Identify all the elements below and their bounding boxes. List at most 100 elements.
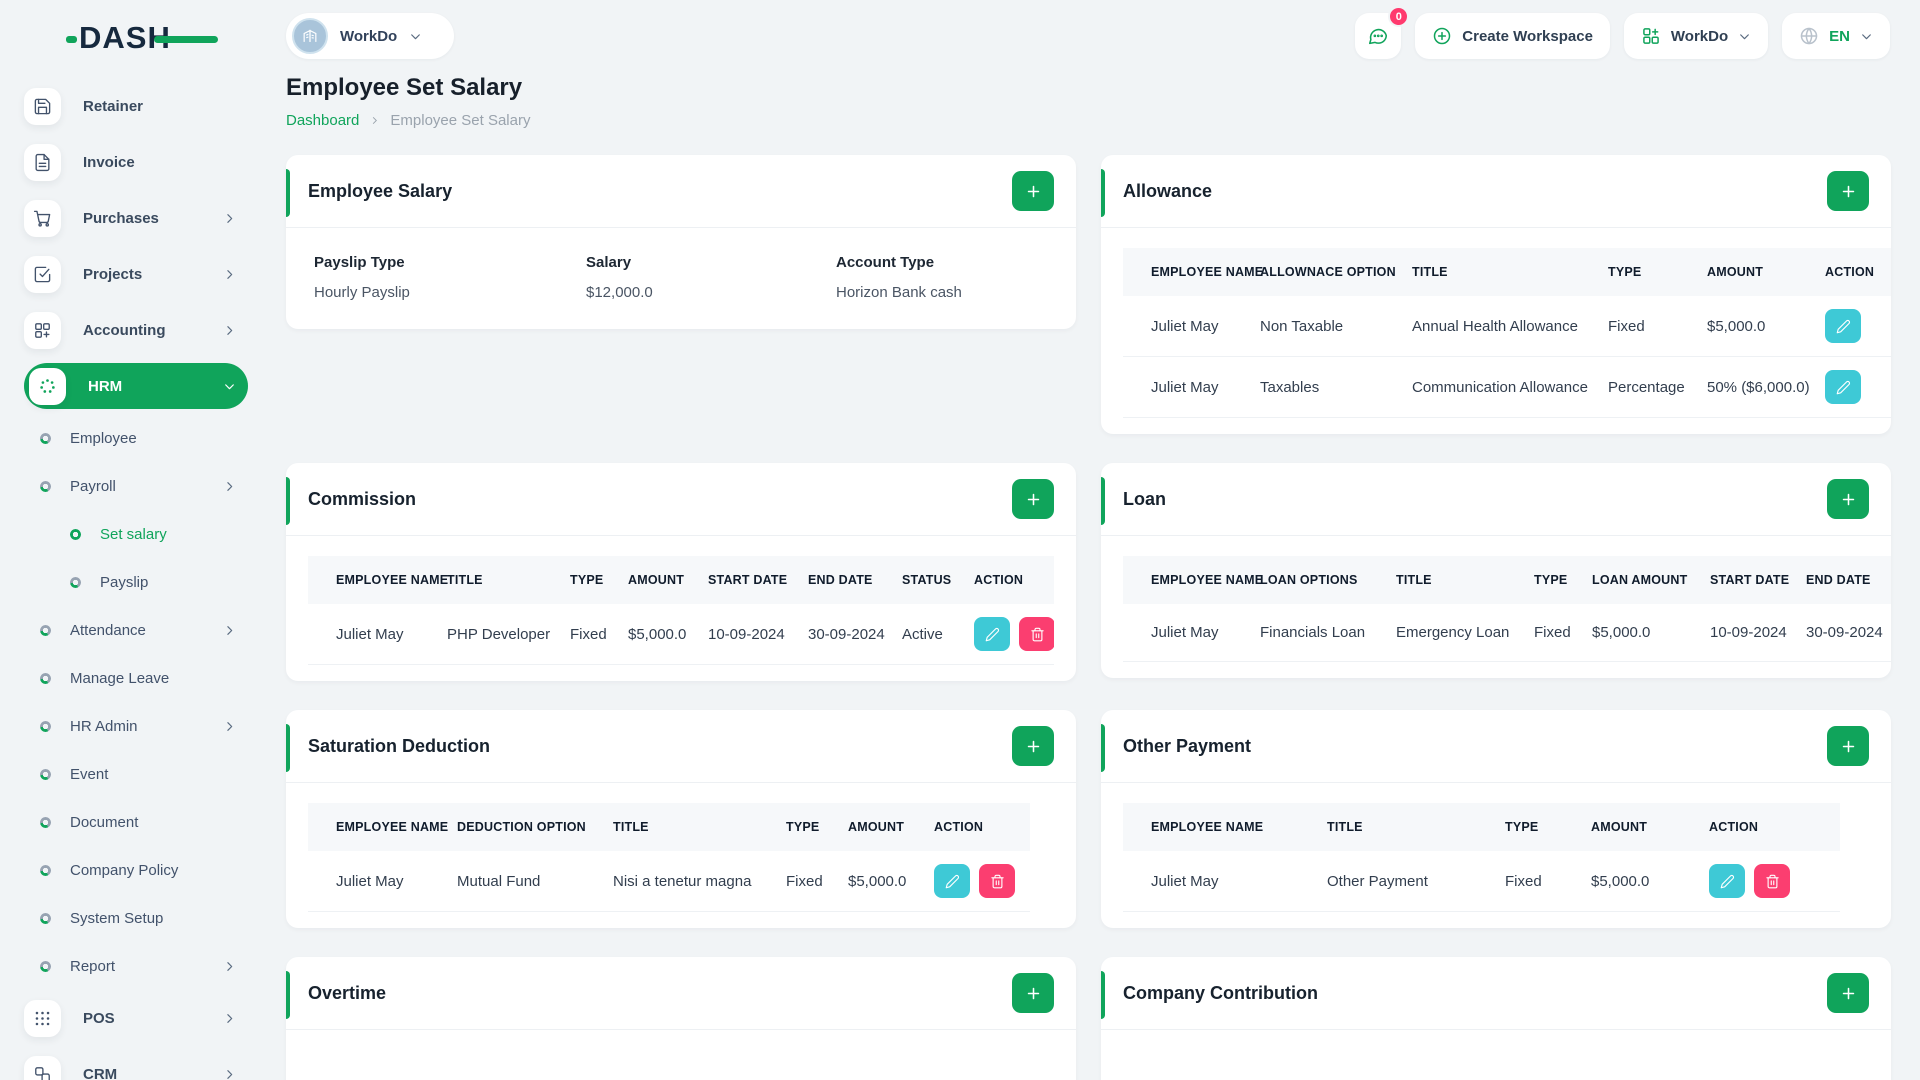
trash-icon (990, 874, 1004, 888)
column-header: TYPE (772, 803, 834, 851)
cell: Percentage (1594, 356, 1693, 418)
edit-button[interactable] (1825, 370, 1861, 404)
sidebar-item-employee[interactable]: Employee (24, 414, 248, 462)
cell: $5,000.0 (614, 604, 694, 665)
card-title: Company Contribution (1123, 982, 1318, 1003)
add-overtime-button[interactable] (1012, 973, 1054, 1013)
action-cell (1811, 296, 1891, 357)
sidebar-item-manage-leave[interactable]: Manage Leave (24, 654, 248, 702)
sidebar-item-event[interactable]: Event (24, 750, 248, 798)
sidebar-item-invoice[interactable]: Invoice (24, 134, 248, 190)
column-header: ACTION (1811, 248, 1891, 296)
chevron-right-icon (227, 269, 233, 279)
sidebar-item-hrm[interactable]: HRM (24, 363, 248, 409)
sidebar-item-system-setup[interactable]: System Setup (24, 894, 248, 942)
cell: Emergency Loan (1382, 604, 1520, 662)
card-title: Allowance (1123, 180, 1213, 201)
column-header: AMOUNT (1693, 248, 1811, 296)
chevron-right-icon (227, 1013, 233, 1023)
column-header: TYPE (556, 556, 614, 604)
cell: Other Payment (1313, 851, 1491, 912)
card-employee-salary: Employee Salary Payslip Type Hourly Pays… (286, 155, 1076, 329)
cell: Nisi a tenetur magna (599, 851, 772, 912)
delete-button[interactable] (979, 864, 1015, 898)
sidebar-item-report[interactable]: Report (24, 942, 248, 990)
sidebar-item-accounting[interactable]: Accounting (24, 302, 248, 358)
sidebar-item-attendance[interactable]: Attendance (24, 606, 248, 654)
cards-grid: Employee Salary Payslip Type Hourly Pays… (258, 129, 1920, 1080)
allowance-table: EMPLOYEE NAME ALLOWNACE OPTION TITLE TYPE AM… (1123, 248, 1891, 418)
sidebar-item-purchases[interactable]: Purchases (24, 190, 248, 246)
language-selector[interactable]: EN (1782, 13, 1890, 59)
chevron-right-icon (227, 721, 233, 731)
brand-logo[interactable]: DASH (66, 20, 218, 58)
column-header: END DATE (794, 556, 888, 604)
cell: Juliet May (1123, 604, 1246, 662)
delete-button[interactable] (1754, 864, 1790, 898)
pencil-icon (1836, 319, 1850, 333)
action-cell (920, 851, 1030, 912)
salary-fields: Payslip Type Hourly Payslip Salary $12,0… (308, 248, 1054, 313)
bullet-icon (40, 672, 51, 684)
chevron-right-icon (227, 625, 233, 635)
breadcrumb-current: Employee Set Salary (390, 112, 531, 129)
sidebar-item-company-policy[interactable]: Company Policy (24, 846, 248, 894)
plus-icon (1842, 740, 1854, 752)
invoice-icon (24, 143, 61, 181)
add-loan-button[interactable] (1827, 479, 1869, 519)
sidebar-item-hr-admin[interactable]: HR Admin (24, 702, 248, 750)
edit-button[interactable] (1825, 309, 1861, 343)
globe-icon (1800, 27, 1818, 45)
sidebar-item-payroll[interactable]: Payroll (24, 462, 248, 510)
action-cell (960, 604, 1054, 665)
column-header: TYPE (1491, 803, 1577, 851)
cell: Communication Allowance (1398, 356, 1594, 418)
cell: Fixed (556, 604, 614, 665)
add-saturation-deduction-button[interactable] (1012, 726, 1054, 766)
delete-button[interactable] (1019, 617, 1054, 651)
table-header-row: EMPLOYEE NAME LOAN OPTIONS TITLE TYPE LOAN A… (1123, 556, 1891, 604)
add-commission-button[interactable] (1012, 479, 1054, 519)
pencil-icon (1836, 380, 1850, 394)
sidebar-item-payslip[interactable]: Payslip (24, 558, 248, 606)
sidebar: DASH Retainer Invoice Purchases Projects… (0, 0, 258, 1080)
sidebar-item-projects[interactable]: Projects (24, 246, 248, 302)
table-row: Juliet May Other Payment Fixed $5,000.0 (1123, 851, 1840, 912)
plus-icon (1842, 987, 1854, 999)
edit-button[interactable] (1709, 864, 1745, 898)
card-title: Other Payment (1123, 735, 1252, 756)
sidebar-item-retainer[interactable]: Retainer (24, 78, 248, 134)
add-company-contribution-button[interactable] (1827, 973, 1869, 1013)
add-allowance-button[interactable] (1827, 171, 1869, 211)
cell: $5,000.0 (1693, 296, 1811, 357)
messages-button[interactable]: 0 (1355, 6, 1410, 59)
column-header: ACTION (1695, 803, 1840, 851)
workdo-apps-button[interactable]: WorkDo (1623, 13, 1769, 59)
cell: 10-09-2024 (694, 604, 794, 665)
column-header: AMOUNT (834, 803, 920, 851)
bullet-icon (40, 768, 51, 780)
sidebar-item-set-salary[interactable]: Set salary (24, 510, 248, 558)
workspace-switcher[interactable]: WorkDo (286, 13, 455, 59)
column-header: ACTION (960, 556, 1054, 604)
edit-button[interactable] (934, 864, 970, 898)
trash-icon (1030, 627, 1044, 641)
sidebar-item-document[interactable]: Document (24, 798, 248, 846)
breadcrumb-dashboard-link[interactable]: Dashboard (286, 112, 359, 129)
cell: Fixed (772, 851, 834, 912)
page-title: Employee Set Salary (286, 74, 523, 101)
plus-circle-icon (1434, 27, 1451, 45)
add-other-payment-button[interactable] (1827, 726, 1869, 766)
trash-icon (1765, 874, 1779, 888)
workspace-avatar (292, 18, 328, 54)
table-row: Juliet May Non Taxable Annual Health Allow… (1123, 296, 1891, 357)
column-header: EMPLOYEE NAME (1123, 803, 1313, 851)
action-cell (1695, 851, 1840, 912)
sidebar-item-pos[interactable]: POS (24, 990, 248, 1046)
add-employee-salary-button[interactable] (1012, 171, 1054, 211)
sidebar-item-crm[interactable]: CRM (24, 1046, 248, 1080)
edit-button[interactable] (974, 617, 1010, 651)
plus-icon (1842, 185, 1854, 197)
create-workspace-button[interactable]: Create Workspace (1415, 13, 1610, 59)
page-header: Employee Set Salary Dashboard Employee S… (258, 60, 1920, 129)
